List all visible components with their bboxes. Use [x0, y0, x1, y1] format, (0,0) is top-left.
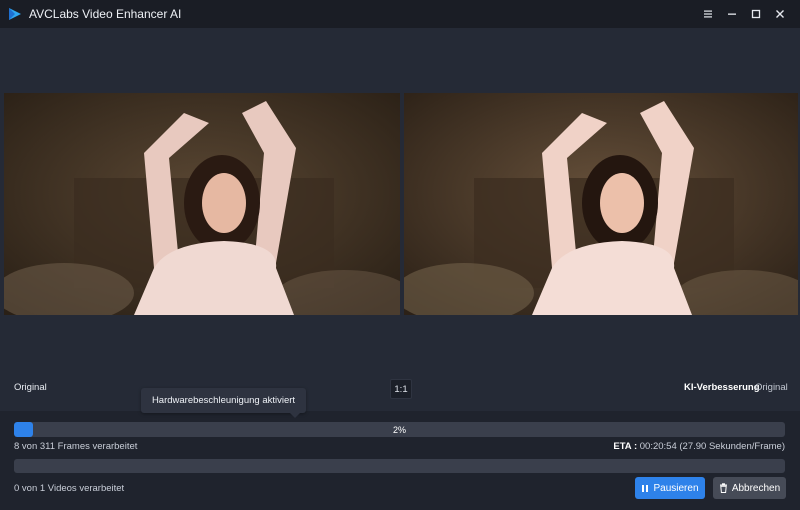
title-bar: AVCLabs Video Enhancer AI: [0, 0, 800, 28]
hardware-acceleration-tooltip: Hardwarebeschleunigung aktiviert: [141, 388, 306, 413]
pause-button-label: Pausieren: [653, 482, 699, 494]
ai-enhancement-tab[interactable]: KI-Verbesserung: [684, 382, 760, 393]
original-tab[interactable]: Original: [755, 382, 788, 393]
pause-icon: [642, 484, 649, 492]
app-logo-icon: [9, 8, 21, 20]
eta-value: 00:20:54 (27.90 Sekunden/Frame): [639, 441, 785, 452]
maximize-icon[interactable]: [746, 4, 766, 24]
frame-progress-bar: 2%: [14, 422, 785, 437]
original-label: Original: [14, 382, 47, 393]
minimize-icon[interactable]: [722, 4, 742, 24]
enhanced-video-frame: [404, 93, 798, 315]
eta-label: ETA :: [613, 441, 638, 452]
menu-icon[interactable]: [698, 4, 718, 24]
app-title: AVCLabs Video Enhancer AI: [29, 7, 182, 21]
original-video-frame: [4, 93, 400, 315]
overall-progress-bar: [14, 459, 785, 473]
videos-processed-text: 0 von 1 Videos verarbeitet: [14, 483, 125, 494]
frame-progress-percent: 2%: [392, 424, 406, 435]
cancel-button-label: Abbrechen: [731, 482, 781, 494]
ratio-1-1-button[interactable]: 1:1: [390, 379, 412, 399]
tooltip-arrow: [290, 413, 300, 418]
trash-icon: [719, 483, 727, 493]
cancel-button[interactable]: Abbrechen: [713, 477, 786, 499]
pause-button[interactable]: Pausieren: [635, 477, 705, 499]
frames-processed-text: 8 von 311 Frames verarbeitet: [14, 441, 138, 452]
eta-readout: ETA : 00:20:54 (27.90 Sekunden/Frame): [613, 441, 785, 452]
close-icon[interactable]: [770, 4, 790, 24]
